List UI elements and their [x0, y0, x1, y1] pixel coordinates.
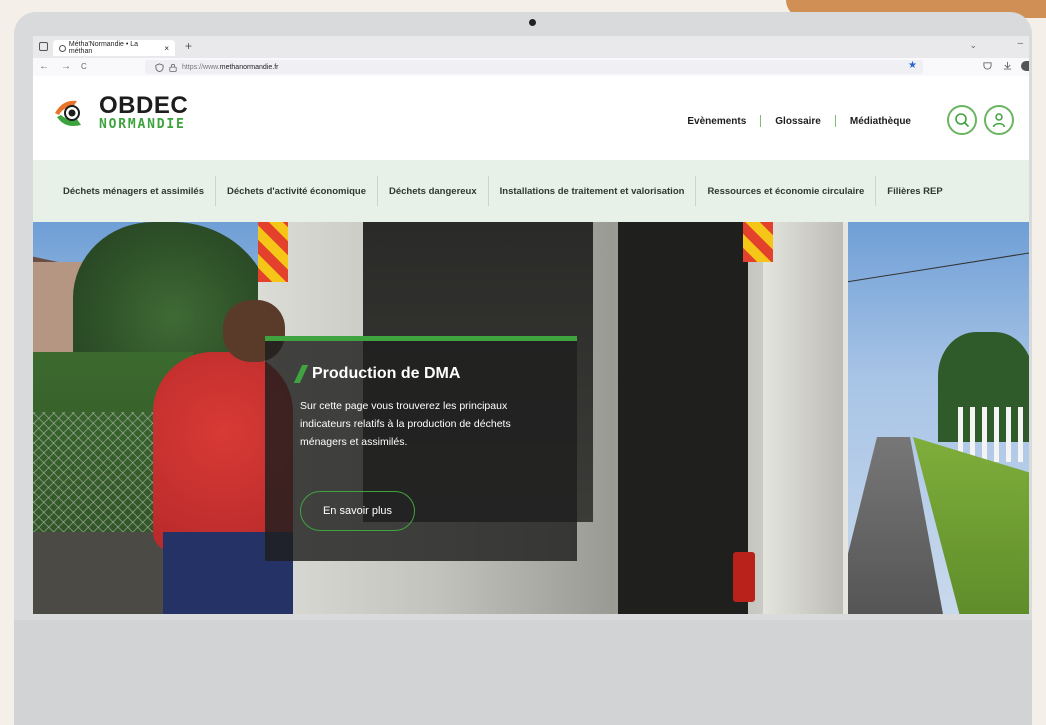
profile-icon[interactable] [1021, 61, 1029, 71]
reload-button[interactable]: C [81, 62, 87, 71]
tab-title: Métha'Normandie • La méthan [68, 41, 139, 55]
photo-detail [958, 407, 1029, 462]
hero-banner: Production de DMA Sur cette page vous tr… [33, 222, 1029, 614]
webcam [529, 19, 536, 26]
main-navigation: Déchets ménagers et assimilés Déchets d'… [33, 160, 1029, 222]
photo-detail [258, 222, 288, 282]
nav-item-dechets-dangereux[interactable]: Déchets dangereux [378, 176, 489, 206]
divider [834, 115, 836, 127]
nav-item-dechets-activite[interactable]: Déchets d'activité économique [216, 176, 378, 206]
laptop-bezel-bottom [14, 620, 1032, 725]
url-bar[interactable]: https://www.methanormandie.fr ★ [145, 60, 923, 74]
site-logo[interactable]: OBDEC NORMANDIE [51, 94, 188, 131]
browser-tab[interactable]: Métha'Normandie • La méthan × [53, 40, 175, 56]
browser-nav-bar: ← → C https://www.methanormandie.fr ★ [33, 58, 1029, 76]
learn-more-button[interactable]: En savoir plus [300, 491, 415, 531]
laptop-frame: Métha'Normandie • La méthan × + ⌄ – ← → … [14, 12, 1032, 725]
close-tab-icon[interactable]: × [164, 44, 169, 53]
favicon-icon [59, 44, 66, 52]
tab-list-chevron-icon[interactable]: ⌄ [969, 40, 977, 51]
link-evenements[interactable]: Evènements [687, 116, 746, 127]
nav-item-dechets-menagers[interactable]: Déchets ménagers et assimilés [33, 176, 216, 206]
user-icon [992, 113, 1006, 128]
link-glossaire[interactable]: Glossaire [775, 116, 821, 127]
hero-card: Production de DMA Sur cette page vous tr… [265, 336, 577, 561]
link-mediatheque[interactable]: Médiathèque [850, 116, 911, 127]
pocket-icon[interactable] [983, 61, 992, 70]
slash-accent-icon [293, 365, 309, 383]
minimize-button[interactable]: – [1017, 38, 1023, 49]
search-button[interactable] [947, 105, 977, 135]
new-tab-button[interactable]: + [185, 39, 192, 53]
logo-eye-icon [51, 95, 93, 131]
forward-button[interactable]: → [61, 61, 71, 72]
star-icon[interactable]: ★ [908, 60, 917, 71]
shield-icon [155, 62, 164, 72]
photo-detail [743, 222, 773, 262]
lock-icon [169, 63, 177, 72]
hero-description: Sur cette page vous trouverez les princi… [300, 400, 511, 448]
divider [760, 115, 762, 127]
download-icon[interactable] [1003, 61, 1012, 70]
tab-overview-icon[interactable] [39, 42, 48, 51]
logo-title: OBDEC [99, 92, 189, 119]
photo-detail [618, 222, 748, 614]
utility-links: Evènements Glossaire Médiathèque [687, 115, 911, 127]
account-button[interactable] [984, 105, 1014, 135]
url-text: https://www.methanormandie.fr [182, 63, 279, 71]
logo-subtitle: NORMANDIE [99, 117, 186, 132]
search-icon [955, 113, 970, 128]
hero-title: Production de DMA [293, 365, 460, 383]
site-header: OBDEC NORMANDIE Evènements Glossaire Méd… [33, 76, 1029, 160]
nav-item-installations[interactable]: Installations de traitement et valorisat… [489, 176, 697, 206]
nav-item-ressources[interactable]: Ressources et économie circulaire [696, 176, 877, 206]
back-button[interactable]: ← [39, 61, 49, 72]
nav-item-filieres-rep[interactable]: Filières REP [876, 176, 953, 206]
photo-detail [733, 552, 755, 602]
browser-tab-bar: Métha'Normandie • La méthan × + ⌄ – [33, 36, 1029, 58]
photo-detail [763, 222, 843, 614]
laptop-screen: Métha'Normandie • La méthan × + ⌄ – ← → … [33, 36, 1029, 614]
